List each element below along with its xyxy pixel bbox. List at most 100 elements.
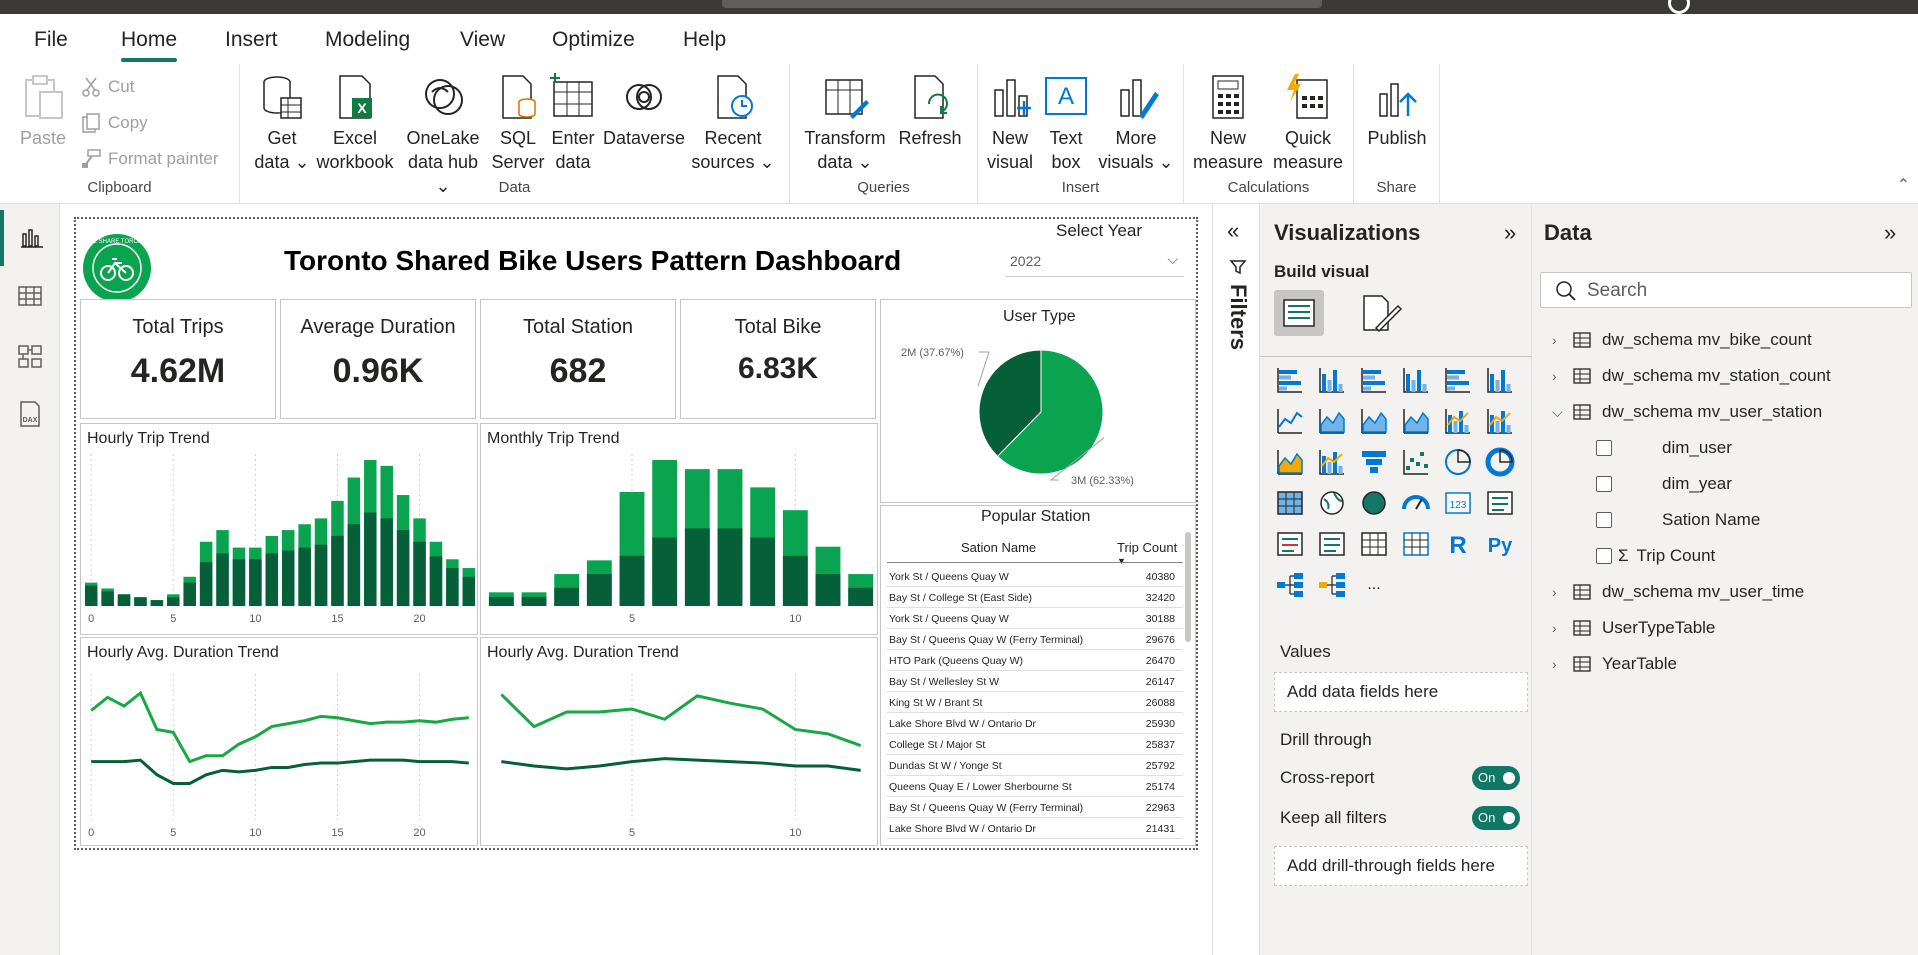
bar-segment[interactable] [446, 568, 459, 606]
area-chart-icon[interactable] [1316, 405, 1348, 437]
multirow-card-icon[interactable] [1484, 487, 1516, 519]
bar-segment[interactable] [717, 528, 743, 606]
bar-segment[interactable] [117, 594, 131, 606]
table-row[interactable]: Dundas St W / Yonge St 25792 [887, 755, 1183, 776]
data-search-input[interactable]: Search [1540, 272, 1912, 308]
paste-button[interactable]: Paste [18, 72, 68, 150]
bar-segment[interactable] [848, 587, 874, 606]
decomposition-tree-icon[interactable] [1274, 569, 1306, 601]
sql-server-button[interactable]: SQL Server [490, 72, 546, 174]
bar-segment[interactable] [134, 597, 147, 606]
monthly-trip-trend-panel[interactable]: Monthly Trip Trend 5 10 [480, 423, 878, 635]
funnel-icon[interactable] [1358, 446, 1390, 478]
field-checkbox[interactable] [1596, 476, 1612, 492]
tab-view[interactable]: View [460, 28, 505, 52]
bar-segment[interactable] [331, 535, 344, 606]
build-visual-tab[interactable] [1274, 290, 1324, 336]
table-item[interactable]: › dw_schema mv_user_time [1552, 582, 1804, 602]
table-icon[interactable] [1358, 528, 1390, 560]
new-visual-button[interactable]: New visual [982, 72, 1038, 174]
bar-segment[interactable] [619, 555, 645, 606]
bar-segment[interactable] [167, 597, 180, 606]
user-avatar[interactable] [1668, 0, 1690, 14]
table-row[interactable]: Bay St / Queens Quay W (Ferry Terminal) 2… [887, 797, 1183, 818]
bar-segment[interactable] [314, 544, 328, 606]
gauge-icon[interactable] [1400, 487, 1432, 519]
line-clustered-column-icon[interactable] [1484, 405, 1516, 437]
field-item[interactable]: Sation Name [1596, 510, 1760, 530]
map-icon[interactable] [1316, 487, 1348, 519]
treemap-icon[interactable] [1274, 487, 1306, 519]
bar-segment[interactable] [150, 600, 164, 606]
tab-optimize[interactable]: Optimize [552, 28, 635, 52]
drill-through-well[interactable]: Add drill-through fields here [1274, 846, 1528, 886]
enter-data-button[interactable]: Enter data [548, 72, 598, 174]
col-trip-count[interactable]: Trip Count [1117, 540, 1177, 555]
recent-sources-button[interactable]: Recent sources ⌄ [690, 72, 776, 174]
series-line[interactable] [91, 758, 469, 785]
user-type-pie-panel[interactable]: User Type 2M (37.67%) 3M (62.33%) [880, 299, 1196, 503]
bar-segment[interactable] [183, 582, 196, 606]
stacked-area-icon[interactable] [1358, 405, 1390, 437]
field-item[interactable]: Σ Trip Count [1596, 546, 1715, 566]
r-visual-icon[interactable]: R [1442, 528, 1474, 560]
cross-report-toggle[interactable]: On [1472, 766, 1520, 790]
key-influencers-icon[interactable] [1316, 569, 1348, 601]
bar-segment[interactable] [298, 547, 311, 606]
bar-segment[interactable] [488, 596, 514, 606]
ribbon-chart-icon[interactable] [1274, 446, 1306, 478]
monthly-duration-trend-panel[interactable]: Hourly Avg. Duration Trend 5 10 [480, 637, 878, 846]
bar-segment[interactable] [249, 559, 262, 606]
waterfall-icon[interactable] [1316, 446, 1348, 478]
dax-query-view-button[interactable]: DAX [0, 386, 60, 442]
copy-button[interactable]: Copy [80, 112, 148, 134]
bar-segment[interactable] [216, 553, 229, 606]
publish-button[interactable]: Publish [1360, 72, 1434, 150]
format-painter-button[interactable]: Format painter [80, 148, 219, 170]
kpi-card-total-trips[interactable]: Total Trips 4.62M [80, 299, 276, 419]
slicer-icon[interactable] [1316, 528, 1348, 560]
get-data-button[interactable]: Get data ⌄ [252, 72, 312, 174]
python-visual-icon[interactable]: Py [1484, 528, 1516, 560]
bar-segment[interactable] [380, 518, 393, 606]
table-item[interactable]: ⌵ dw_schema mv_user_station [1552, 402, 1822, 422]
table-row[interactable]: Bay St / Queens Quay W (Ferry Terminal) 2… [887, 629, 1183, 650]
scatter-icon[interactable] [1400, 446, 1432, 478]
more-visuals-button[interactable]: More visuals ⌄ [1096, 72, 1176, 174]
table-item[interactable]: › dw_schema mv_bike_count [1552, 330, 1812, 350]
year-slicer[interactable]: 2022 ⌵ [1006, 247, 1184, 277]
bar-segment[interactable] [586, 574, 612, 606]
table-row[interactable]: HTO Park (Queens Quay W) 26470 [887, 650, 1183, 671]
bar-segment[interactable] [554, 587, 580, 606]
bar-segment[interactable] [265, 553, 279, 606]
bar-segment[interactable] [396, 530, 410, 606]
table-row[interactable]: York St / Queens Quay W 30188 [887, 608, 1183, 629]
bar-segment[interactable] [684, 528, 710, 606]
bar-segment[interactable] [782, 555, 808, 606]
donut-chart-icon[interactable] [1484, 446, 1516, 478]
bar-segment[interactable] [101, 591, 114, 606]
filters-pane-collapsed[interactable]: « Filters [1212, 204, 1260, 955]
table-row[interactable]: Bay St / College St (East Side) 32420 [887, 587, 1183, 608]
chevron-right-icon[interactable]: › [1552, 368, 1572, 384]
field-item[interactable]: dim_user [1596, 438, 1732, 458]
100-area-icon[interactable] [1400, 405, 1432, 437]
quick-measure-button[interactable]: Quick measure [1270, 72, 1346, 174]
transform-data-button[interactable]: Transform data ⌄ [800, 72, 890, 174]
bar-segment[interactable] [413, 541, 426, 606]
bar-segment[interactable] [652, 537, 678, 606]
stacked-bar-icon[interactable] [1274, 364, 1306, 396]
clustered-bar-icon[interactable] [1358, 364, 1390, 396]
dataverse-button[interactable]: Dataverse [602, 72, 686, 150]
pie-chart-icon[interactable] [1442, 446, 1474, 478]
tab-help[interactable]: Help [683, 28, 726, 52]
tab-file[interactable]: File [34, 28, 68, 52]
series-line[interactable] [501, 757, 861, 772]
format-visual-tab[interactable] [1354, 290, 1404, 336]
hourly-trip-trend-panel[interactable]: Hourly Trip Trend 0 5 10 15 20 [80, 423, 478, 635]
collapse-left-icon[interactable]: « [1227, 218, 1239, 244]
hourly-duration-trend-panel[interactable]: Hourly Avg. Duration Trend 0 5 10 15 20 [80, 637, 478, 846]
tab-home[interactable]: Home [121, 28, 178, 62]
bar-segment[interactable] [347, 524, 361, 606]
series-line[interactable] [500, 693, 862, 747]
